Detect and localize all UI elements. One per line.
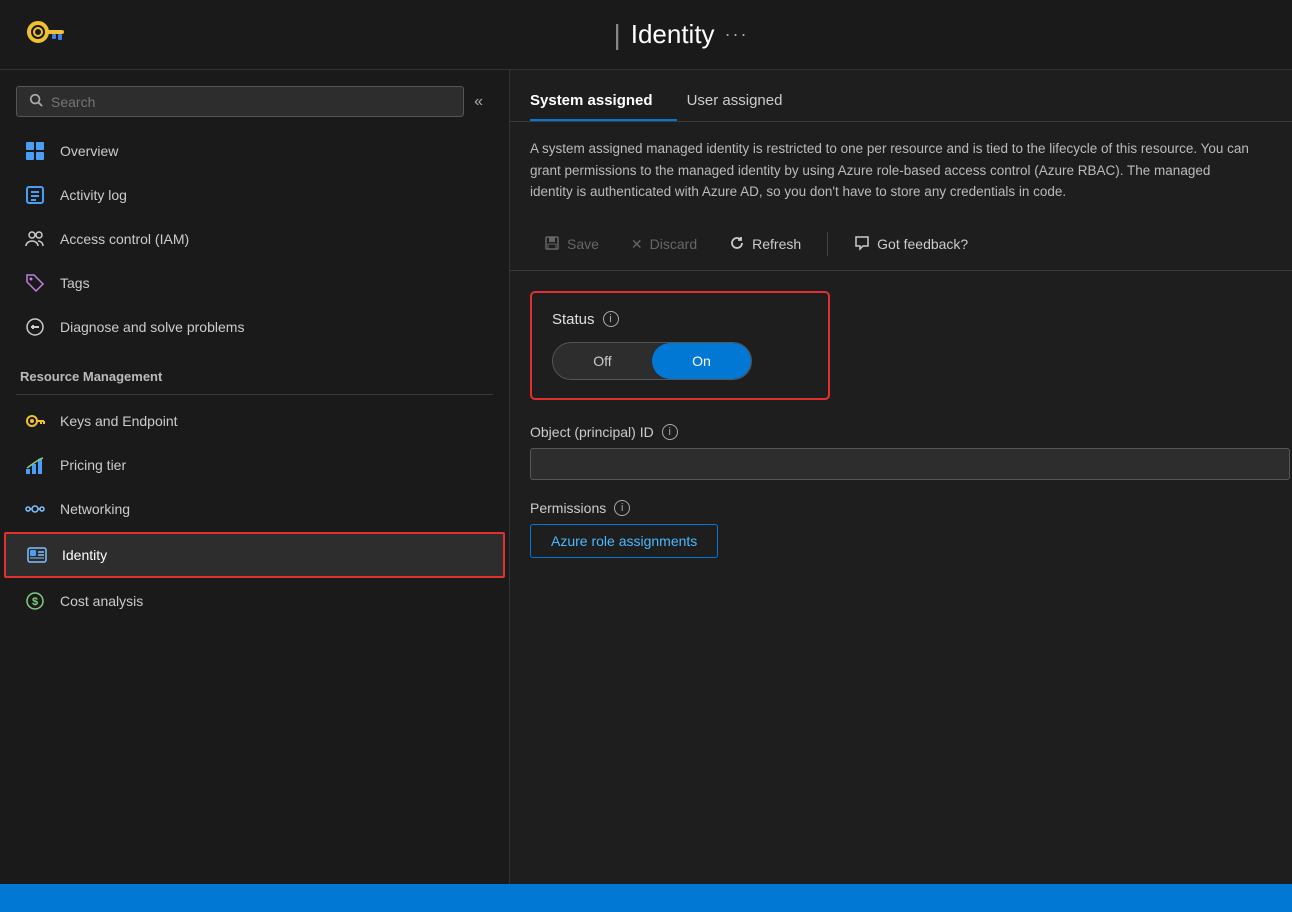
save-button[interactable]: Save xyxy=(530,229,613,260)
feedback-button[interactable]: Got feedback? xyxy=(840,229,982,260)
sidebar-item-label: Tags xyxy=(60,275,90,291)
toggle-on-option[interactable]: On xyxy=(652,343,751,379)
save-icon xyxy=(544,235,560,254)
sidebar-item-networking[interactable]: Networking xyxy=(4,488,505,530)
status-section: Status i Off On xyxy=(530,291,830,400)
tags-icon xyxy=(24,272,46,294)
tabs-bar: System assigned User assigned xyxy=(510,82,1292,122)
status-label: Status i xyxy=(552,311,808,328)
sidebar: « Overview Activity log Access control (… xyxy=(0,70,510,884)
object-id-info-icon[interactable]: i xyxy=(662,424,678,440)
sidebar-item-label: Identity xyxy=(62,547,107,563)
sidebar-item-pricing-tier[interactable]: Pricing tier xyxy=(4,444,505,486)
sidebar-item-label: Activity log xyxy=(60,187,127,203)
page-title: Identity xyxy=(631,19,715,50)
keys-icon xyxy=(24,410,46,432)
save-label: Save xyxy=(567,236,599,252)
toolbar: Save ✕ Discard Refresh Got feedback? xyxy=(510,219,1292,271)
status-toggle[interactable]: Off On xyxy=(552,342,752,380)
sidebar-item-label: Diagnose and solve problems xyxy=(60,319,244,335)
sidebar-item-diagnose[interactable]: Diagnose and solve problems xyxy=(4,306,505,348)
sidebar-item-overview[interactable]: Overview xyxy=(4,130,505,172)
pricing-icon xyxy=(24,454,46,476)
refresh-icon xyxy=(729,235,745,254)
bottom-bar xyxy=(0,884,1292,912)
networking-icon xyxy=(24,498,46,520)
toolbar-separator xyxy=(827,232,828,256)
activity-log-icon xyxy=(24,184,46,206)
description-text: A system assigned managed identity is re… xyxy=(510,122,1270,219)
sidebar-item-cost-analysis[interactable]: $ Cost analysis xyxy=(4,580,505,622)
permissions-info-icon[interactable]: i xyxy=(614,500,630,516)
object-id-label: Object (principal) ID i xyxy=(530,424,1272,440)
permissions-text: Permissions xyxy=(530,500,606,516)
refresh-button[interactable]: Refresh xyxy=(715,229,815,260)
search-input[interactable] xyxy=(51,94,451,110)
resource-management-section-title: Resource Management xyxy=(0,357,509,390)
sidebar-item-label: Overview xyxy=(60,143,118,159)
identity-icon xyxy=(26,544,48,566)
section-divider xyxy=(16,394,493,395)
search-icon xyxy=(29,93,43,110)
content-area: System assigned User assigned A system a… xyxy=(510,70,1292,884)
tab-user-assigned[interactable]: User assigned xyxy=(687,82,807,121)
sidebar-item-access-control[interactable]: Access control (IAM) xyxy=(4,218,505,260)
refresh-label: Refresh xyxy=(752,236,801,252)
sidebar-item-label: Networking xyxy=(60,501,130,517)
content-body: Status i Off On Object (principal) ID i xyxy=(510,271,1292,884)
object-id-input[interactable] xyxy=(530,448,1290,480)
object-id-text: Object (principal) ID xyxy=(530,424,654,440)
permissions-label: Permissions i xyxy=(530,500,1272,516)
object-id-section: Object (principal) ID i xyxy=(530,424,1272,480)
collapse-sidebar-button[interactable]: « xyxy=(464,89,493,115)
sidebar-item-activity-log[interactable]: Activity log xyxy=(4,174,505,216)
main-layout: « Overview Activity log Access control (… xyxy=(0,70,1292,884)
page-title-bar: | Identity ··· xyxy=(90,19,1272,51)
sidebar-item-label: Pricing tier xyxy=(60,457,126,473)
search-input-wrapper[interactable] xyxy=(16,86,464,117)
search-bar: « xyxy=(16,86,493,117)
sidebar-item-label: Cost analysis xyxy=(60,593,143,609)
sidebar-item-identity[interactable]: Identity xyxy=(4,532,505,578)
permissions-section: Permissions i Azure role assignments xyxy=(530,500,1272,558)
toggle-off-option[interactable]: Off xyxy=(553,343,652,379)
cost-icon: $ xyxy=(24,590,46,612)
overview-icon xyxy=(24,140,46,162)
diagnose-icon xyxy=(24,316,46,338)
feedback-icon xyxy=(854,235,870,254)
azure-role-assignments-button[interactable]: Azure role assignments xyxy=(530,524,718,558)
more-options-icon[interactable]: ··· xyxy=(725,24,749,45)
access-control-icon xyxy=(24,228,46,250)
status-text: Status xyxy=(552,311,595,328)
svg-text:$: $ xyxy=(32,596,38,608)
app-logo xyxy=(20,10,70,60)
sidebar-item-label: Access control (IAM) xyxy=(60,231,189,247)
discard-icon: ✕ xyxy=(631,236,643,253)
sidebar-item-label: Keys and Endpoint xyxy=(60,413,178,429)
sidebar-item-tags[interactable]: Tags xyxy=(4,262,505,304)
discard-label: Discard xyxy=(650,236,697,252)
tab-system-assigned[interactable]: System assigned xyxy=(530,82,677,121)
status-info-icon[interactable]: i xyxy=(603,311,619,327)
sidebar-item-keys-endpoint[interactable]: Keys and Endpoint xyxy=(4,400,505,442)
top-bar: | Identity ··· xyxy=(0,0,1292,70)
discard-button[interactable]: ✕ Discard xyxy=(617,230,711,259)
title-separator: | xyxy=(613,19,620,51)
feedback-label: Got feedback? xyxy=(877,236,968,252)
